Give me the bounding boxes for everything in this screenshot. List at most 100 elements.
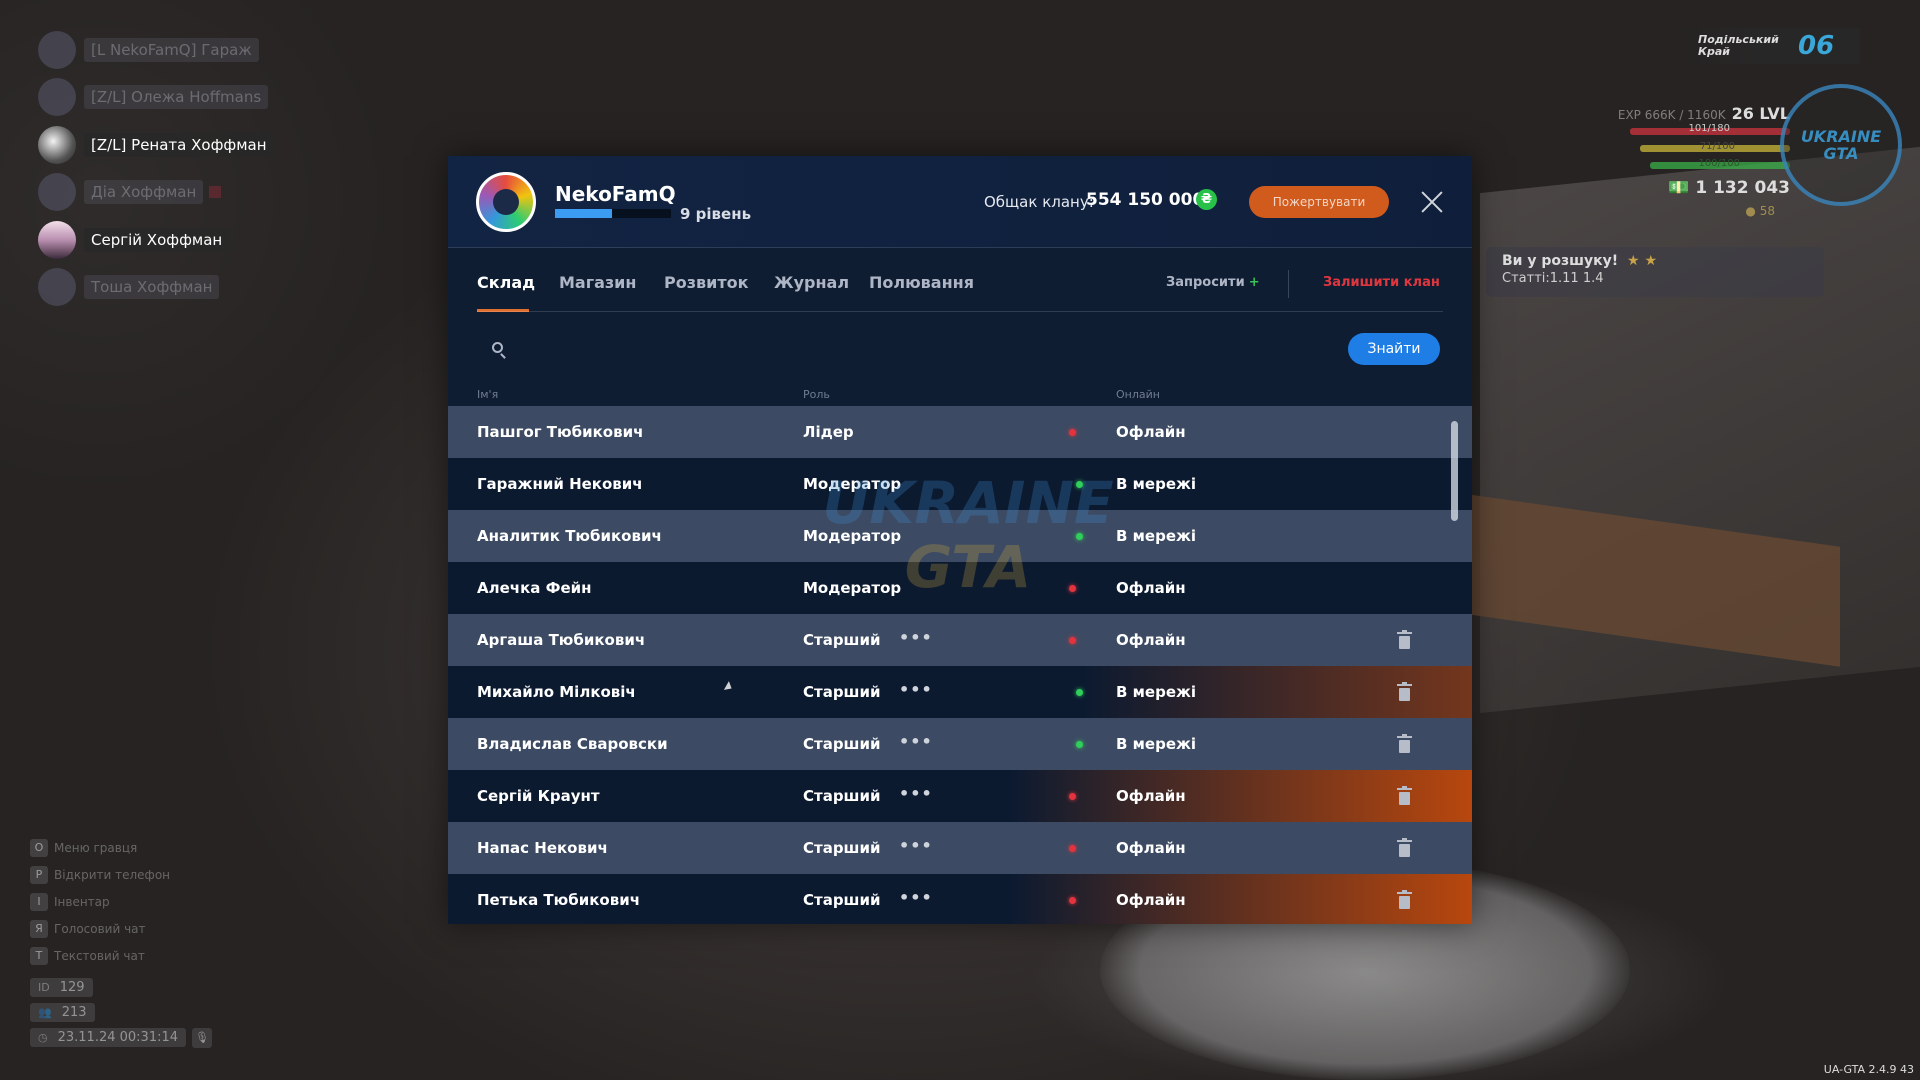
trash-lid xyxy=(1402,838,1407,840)
online-indicator xyxy=(1076,741,1083,748)
level-text: 26 LVL xyxy=(1731,104,1790,123)
divider xyxy=(1288,270,1289,298)
offline-indicator xyxy=(1069,845,1076,852)
member-name: Алечка Фейн xyxy=(477,579,592,597)
member-row[interactable]: Напас Некович Старший ••• Офлайн xyxy=(448,822,1472,874)
trash-lid xyxy=(1402,734,1407,736)
microphone-icon[interactable]: 🎙 xyxy=(192,1027,213,1048)
online-indicator xyxy=(1076,533,1083,540)
game-logo: UKRAINE GTA xyxy=(1780,84,1902,206)
trash-icon[interactable] xyxy=(1397,734,1412,753)
player-id-label: ID xyxy=(38,981,50,994)
voice-chat-item: Сергій Хоффман xyxy=(38,216,274,264)
column-name: Ім'я xyxy=(477,388,499,401)
member-row[interactable]: Сергій Краунт Старший ••• Офлайн xyxy=(448,770,1472,822)
member-row[interactable]: Владислав Сваровски Старший ••• В мережі xyxy=(448,718,1472,770)
column-role: Роль xyxy=(803,388,830,401)
player-id: ID 129 xyxy=(30,978,93,997)
member-status: Офлайн xyxy=(1116,423,1186,441)
clan-header: NekoFamQ 9 рівень Общак клану: 554 150 0… xyxy=(448,156,1472,248)
member-role: Старший xyxy=(803,683,881,701)
member-search-input[interactable] xyxy=(516,334,1076,362)
voice-chat-item: [Z/L] Олежа Hoffmans xyxy=(38,74,274,122)
trash-lid xyxy=(1402,682,1407,684)
stamina-text: 100/100 xyxy=(1698,158,1740,169)
offline-indicator xyxy=(1069,429,1076,436)
more-options-icon[interactable]: ••• xyxy=(899,836,933,855)
member-name: Михайло Мілковіч xyxy=(477,683,636,701)
member-status: Офлайн xyxy=(1116,839,1186,857)
member-role: Модератор xyxy=(803,527,902,545)
member-row[interactable]: Аргаша Тюбикович Старший ••• Офлайн xyxy=(448,614,1472,666)
member-role: Старший xyxy=(803,787,881,805)
hp-text: 101/180 xyxy=(1688,123,1730,134)
coin-icon: ● xyxy=(1745,204,1756,218)
trash-lid xyxy=(1402,786,1407,788)
trash-icon[interactable] xyxy=(1397,838,1412,857)
tab-journal[interactable]: Журнал xyxy=(774,273,849,292)
key-hint-label: Текстовий чат xyxy=(54,948,145,963)
voice-chat-name: [Z/L] Рената Хоффман xyxy=(84,132,274,157)
avatar xyxy=(38,220,76,259)
wanted-notice: Ви у розшуку! ★ ★ Статті:1.11 1.4 xyxy=(1486,247,1824,297)
voice-chat-name: [Z/L] Олежа Hoffmans xyxy=(84,85,269,110)
money-value: 1 132 043 xyxy=(1695,178,1790,198)
trash-lid xyxy=(1402,630,1407,632)
trash-icon[interactable] xyxy=(1397,786,1412,805)
member-row[interactable]: Аналитик Тюбикович Модератор В мережі xyxy=(448,510,1472,562)
member-role: Модератор xyxy=(803,579,902,597)
more-options-icon[interactable]: ••• xyxy=(899,784,933,803)
member-row[interactable]: Михайло Мілковіч Старший ••• В мережі xyxy=(448,666,1472,718)
tab-hunting[interactable]: Полювання xyxy=(869,273,974,292)
food-text: 71/100 xyxy=(1699,141,1735,152)
key-hint: P Відкрити телефон xyxy=(30,861,170,888)
coins: ● 58 xyxy=(1745,204,1775,218)
find-button[interactable]: Знайти xyxy=(1348,333,1440,365)
member-name: Петька Тюбикович xyxy=(477,891,641,909)
key-hint: T Текстовий чат xyxy=(30,942,170,969)
member-row[interactable]: Пашгог Тюбикович Лідер Офлайн xyxy=(448,406,1472,458)
clan-level-progress-fill xyxy=(555,209,612,218)
more-options-icon[interactable]: ••• xyxy=(899,888,933,907)
wanted-stars-icon: ★ ★ xyxy=(1627,253,1657,269)
more-options-icon[interactable]: ••• xyxy=(899,732,933,751)
tab-development[interactable]: Розвиток xyxy=(664,273,748,292)
member-row[interactable]: Петька Тюбикович Старший ••• Офлайн xyxy=(448,874,1472,924)
trash-icon[interactable] xyxy=(1397,682,1412,701)
avatar xyxy=(38,30,76,69)
member-list-scrollbar[interactable] xyxy=(1451,421,1458,521)
money: 💵 1 132 043 xyxy=(1668,178,1790,198)
more-options-icon[interactable]: ••• xyxy=(899,628,933,647)
close-icon[interactable] xyxy=(1418,188,1446,216)
more-options-icon[interactable]: ••• xyxy=(899,680,933,699)
tab-storage[interactable]: Склад xyxy=(477,273,535,292)
key-cap: T xyxy=(30,946,48,965)
exp-line: EXP 666K / 1160K 26 LVL xyxy=(1618,104,1790,123)
member-list: Пашгог Тюбикович Лідер Офлайн Гаражний Неко… xyxy=(448,406,1472,924)
donate-button[interactable]: Пожертвувати xyxy=(1249,186,1389,218)
clan-level: 9 рівень xyxy=(680,205,752,223)
treasury-label: Общак клану: xyxy=(984,193,1094,211)
member-row[interactable]: Алечка Фейн Модератор Офлайн xyxy=(448,562,1472,614)
key-hint-label: Відкрити телефон xyxy=(54,867,171,882)
offline-indicator xyxy=(1069,585,1076,592)
clan-panel: NekoFamQ 9 рівень Общак клану: 554 150 0… xyxy=(448,156,1472,924)
member-status: Офлайн xyxy=(1116,579,1186,597)
member-role: Старший xyxy=(803,735,881,753)
member-status: В мережі xyxy=(1116,683,1197,701)
column-online: Онлайн xyxy=(1116,388,1160,401)
member-name: Пашгог Тюбикович xyxy=(477,423,644,441)
member-row[interactable]: Гаражний Некович Модератор В мережі xyxy=(448,458,1472,510)
avatar xyxy=(38,78,76,117)
wanted-title-row: Ви у розшуку! ★ ★ xyxy=(1502,253,1808,269)
invite-button[interactable]: Запросити + xyxy=(1166,275,1260,290)
trash-icon[interactable] xyxy=(1397,630,1412,649)
clock-icon: ◷ xyxy=(38,1031,48,1044)
trash-icon[interactable] xyxy=(1397,890,1412,909)
member-status: Офлайн xyxy=(1116,631,1186,649)
invite-label: Запросити xyxy=(1166,275,1245,290)
key-hint-label: Голосовий чат xyxy=(54,921,146,936)
wanted-articles: Статті:1.11 1.4 xyxy=(1502,271,1604,286)
tab-shop[interactable]: Магазин xyxy=(559,273,636,292)
leave-clan-button[interactable]: Залишити клан xyxy=(1323,275,1440,290)
